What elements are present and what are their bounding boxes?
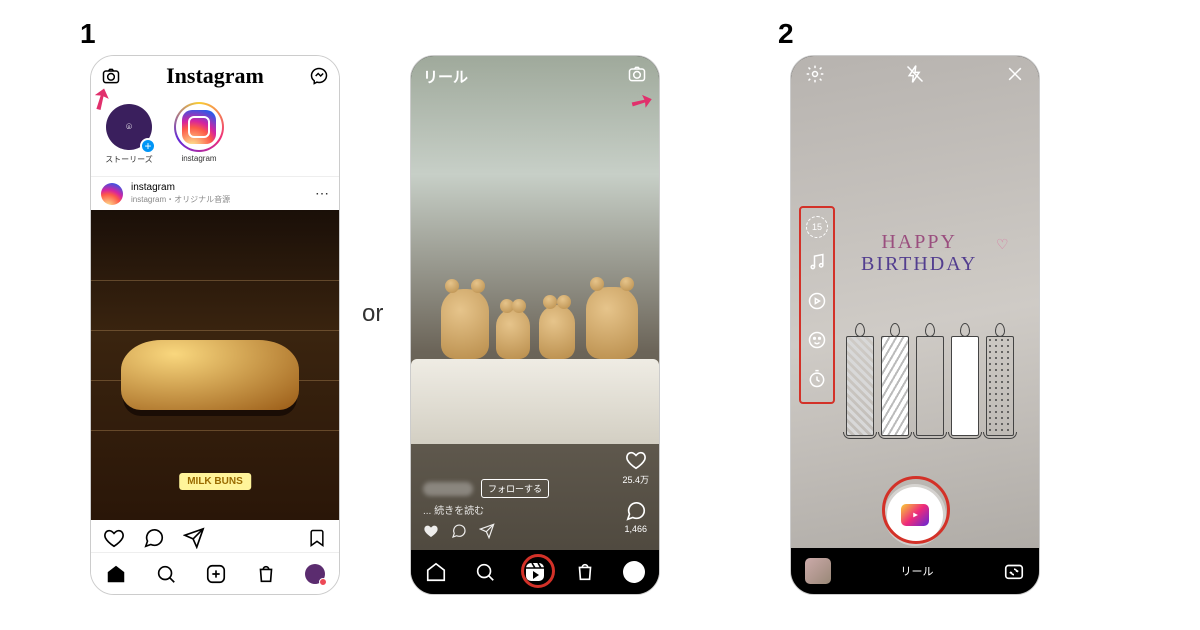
step-1-label: 1 <box>80 18 96 50</box>
nav-profile-icon[interactable] <box>305 564 325 584</box>
instagram-feed-screen: Instagram ➚ ⌾+ ストーリーズ instagram instagra… <box>90 55 340 595</box>
bookmark-icon[interactable] <box>307 528 327 548</box>
follow-button[interactable]: フォローする <box>481 479 549 498</box>
reel-meta: フォローする ... 続きを読む <box>423 479 647 542</box>
nav-search-icon[interactable] <box>155 563 177 585</box>
viewfinder-drawing-heart: ♡ <box>996 236 1009 253</box>
reels-camera-screen: 15 HAPPY BIRTHDAY ♡ リール <box>790 55 1040 595</box>
instagram-logo: Instagram <box>166 63 264 89</box>
switch-camera-icon[interactable] <box>1003 560 1025 582</box>
send-icon[interactable] <box>183 527 205 549</box>
audio-icon[interactable] <box>807 252 827 277</box>
nav-search-icon[interactable] <box>474 561 496 583</box>
settings-icon[interactable] <box>805 64 825 89</box>
camera-tools-sidebar: 15 <box>799 206 835 404</box>
stories-tray[interactable]: ⌾+ ストーリーズ instagram <box>91 96 339 176</box>
viewfinder-drawing-candles <box>846 336 1014 456</box>
nav-home-icon[interactable] <box>425 561 447 583</box>
post-header[interactable]: instagram instagram・オリジナル音源 ⋯ <box>91 176 339 210</box>
duration-icon[interactable]: 15 <box>806 216 828 238</box>
nav-create-icon[interactable] <box>205 563 227 585</box>
reels-chip-icon <box>901 504 929 526</box>
post-audio-subtitle[interactable]: instagram・オリジナル音源 <box>131 194 230 206</box>
your-story[interactable]: ⌾+ ストーリーズ <box>101 102 157 176</box>
read-more-link[interactable]: ... 続きを読む <box>423 502 647 517</box>
viewfinder-drawing-text: HAPPY BIRTHDAY <box>861 231 977 275</box>
comment-icon[interactable] <box>451 523 467 542</box>
shutter-area <box>791 482 1039 548</box>
camera-bottom-bar: リール <box>791 548 1039 594</box>
separator-or: or <box>362 300 383 328</box>
post-media-caption: MILK BUNS <box>179 473 251 490</box>
instagram-glyph-icon <box>182 110 216 144</box>
story-label: instagram <box>181 154 216 163</box>
feed-bottom-nav <box>91 552 339 594</box>
nav-shop-icon[interactable] <box>255 563 277 585</box>
camera-mode-label[interactable]: リール <box>901 563 934 579</box>
like-icon[interactable] <box>103 527 125 549</box>
nav-shop-icon[interactable] <box>574 561 596 583</box>
add-story-plus-icon[interactable]: + <box>140 138 156 154</box>
send-icon[interactable] <box>479 523 495 542</box>
reels-title: リール <box>423 66 468 87</box>
gallery-thumbnail[interactable] <box>805 558 831 584</box>
post-more-icon[interactable]: ⋯ <box>315 185 329 202</box>
shutter-button[interactable] <box>887 487 943 543</box>
feed-top-bar: Instagram <box>91 56 339 96</box>
post-author-avatar[interactable] <box>101 183 123 205</box>
reels-bottom-nav <box>411 550 659 594</box>
reels-viewer-screen: リール ➚ 25.4万 1,466 フォローする ... 続きを読む <box>410 55 660 595</box>
nav-profile-icon[interactable] <box>623 561 645 583</box>
nav-home-icon[interactable] <box>105 563 127 585</box>
post-action-bar <box>91 520 339 556</box>
timer-icon[interactable] <box>807 369 827 394</box>
post-media-content <box>121 340 299 410</box>
nav-reels-icon[interactable] <box>523 560 547 584</box>
messenger-icon[interactable] <box>309 66 329 86</box>
effects-icon[interactable] <box>807 330 827 355</box>
camera-top-bar <box>791 56 1039 96</box>
story-label: ストーリーズ <box>105 154 153 165</box>
flash-off-icon[interactable] <box>905 64 925 89</box>
close-icon[interactable] <box>1005 64 1025 89</box>
comment-icon[interactable] <box>143 527 165 549</box>
step-2-label: 2 <box>778 18 794 50</box>
speed-icon[interactable] <box>807 291 827 316</box>
post-media[interactable]: MILK BUNS <box>91 210 339 520</box>
reels-top-bar: リール <box>411 56 659 96</box>
story-instagram[interactable]: instagram <box>171 102 227 176</box>
like-icon[interactable] <box>423 523 439 542</box>
reel-author-name-blurred[interactable] <box>423 482 473 496</box>
post-author-name[interactable]: instagram <box>131 182 230 194</box>
